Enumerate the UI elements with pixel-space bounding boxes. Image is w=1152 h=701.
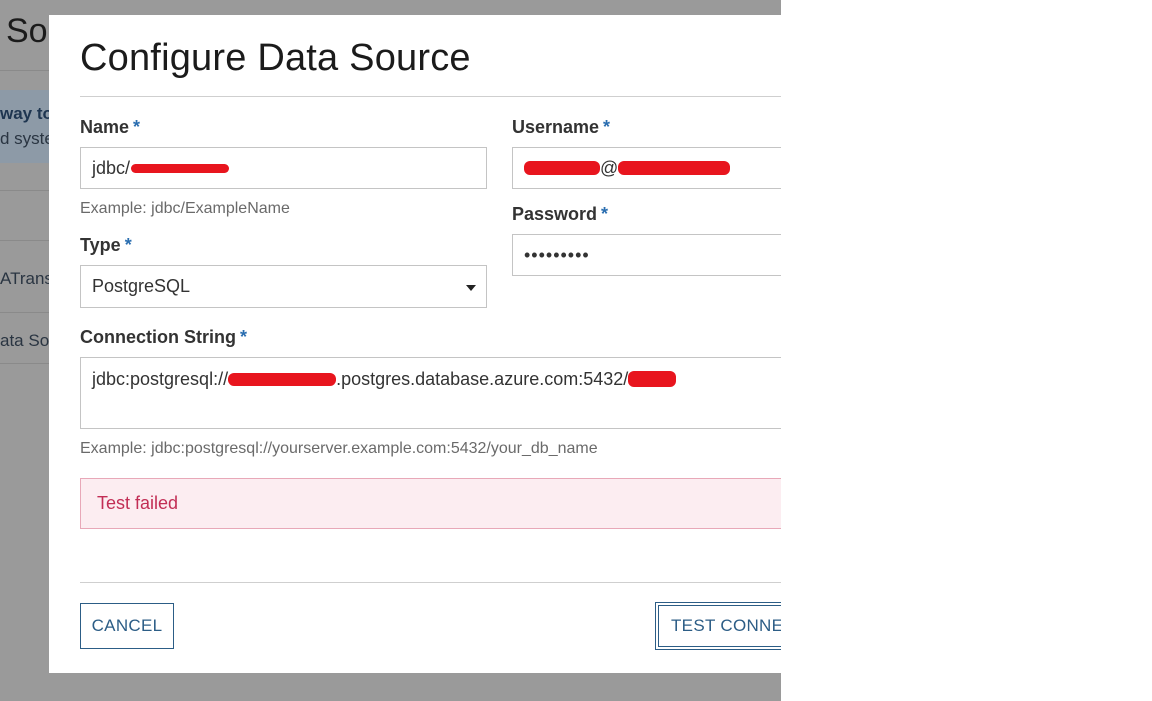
test-failed-alert: Test failed [80, 478, 781, 529]
username-at-sign: @ [600, 157, 619, 178]
type-label: Type * [80, 235, 132, 255]
required-marker: * [240, 327, 248, 347]
required-marker: * [133, 117, 141, 137]
redaction-mark [131, 163, 230, 173]
redaction-mark [618, 161, 731, 175]
username-input[interactable]: @ [512, 147, 781, 189]
name-hint: Example: jdbc/ExampleName [80, 200, 290, 217]
redaction-mark [228, 373, 337, 386]
redaction-mark [524, 161, 600, 175]
type-select[interactable]: PostgreSQL [80, 265, 487, 308]
connection-string-textarea[interactable]: jdbc:postgresql:// .postgres.database.az… [80, 357, 781, 429]
background-list-item[interactable]: ata So [0, 331, 49, 351]
required-marker: * [603, 117, 611, 137]
screenshot-viewport: So way to d syste ATrans ata So Configur… [0, 0, 781, 701]
name-label: Name * [80, 117, 141, 137]
password-label: Password * [512, 204, 609, 224]
footer-divider [80, 582, 781, 583]
configure-data-source-dialog: Configure Data Source Name * jdbc/ Exampl… [49, 15, 781, 673]
background-page-title: So [6, 12, 48, 50]
dropdown-caret-icon [466, 285, 476, 291]
name-value-prefix: jdbc/ [92, 157, 131, 178]
name-input[interactable]: jdbc/ [80, 147, 487, 189]
password-input[interactable]: ••••••••• [512, 234, 781, 276]
required-marker: * [124, 235, 132, 255]
title-divider [80, 96, 781, 97]
username-label: Username * [512, 117, 611, 137]
connection-string-host: .postgres.database.azure.com:5432/ [336, 369, 629, 389]
background-list-item[interactable]: ATrans [0, 269, 53, 289]
type-selected-value: PostgreSQL [92, 276, 191, 296]
background-banner-heading: way to [0, 104, 53, 123]
alert-message: Test failed [97, 493, 179, 513]
required-marker: * [601, 204, 609, 224]
dialog-title: Configure Data Source [80, 37, 471, 79]
background-banner-text: d syste [0, 129, 54, 148]
connection-string-label: Connection String * [80, 327, 248, 347]
connection-string-prefix: jdbc:postgresql:// [92, 369, 229, 389]
redaction-mark [628, 371, 677, 387]
test-connection-button[interactable]: TEST CONNEC [655, 602, 781, 650]
cancel-button[interactable]: CANCEL [80, 603, 174, 649]
connection-string-hint: Example: jdbc:postgresql://yourserver.ex… [80, 440, 598, 457]
